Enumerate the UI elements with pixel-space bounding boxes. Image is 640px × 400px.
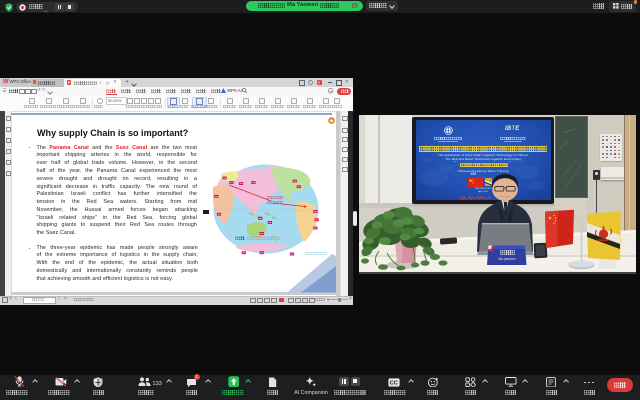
svg-text:CC: CC	[390, 380, 398, 386]
